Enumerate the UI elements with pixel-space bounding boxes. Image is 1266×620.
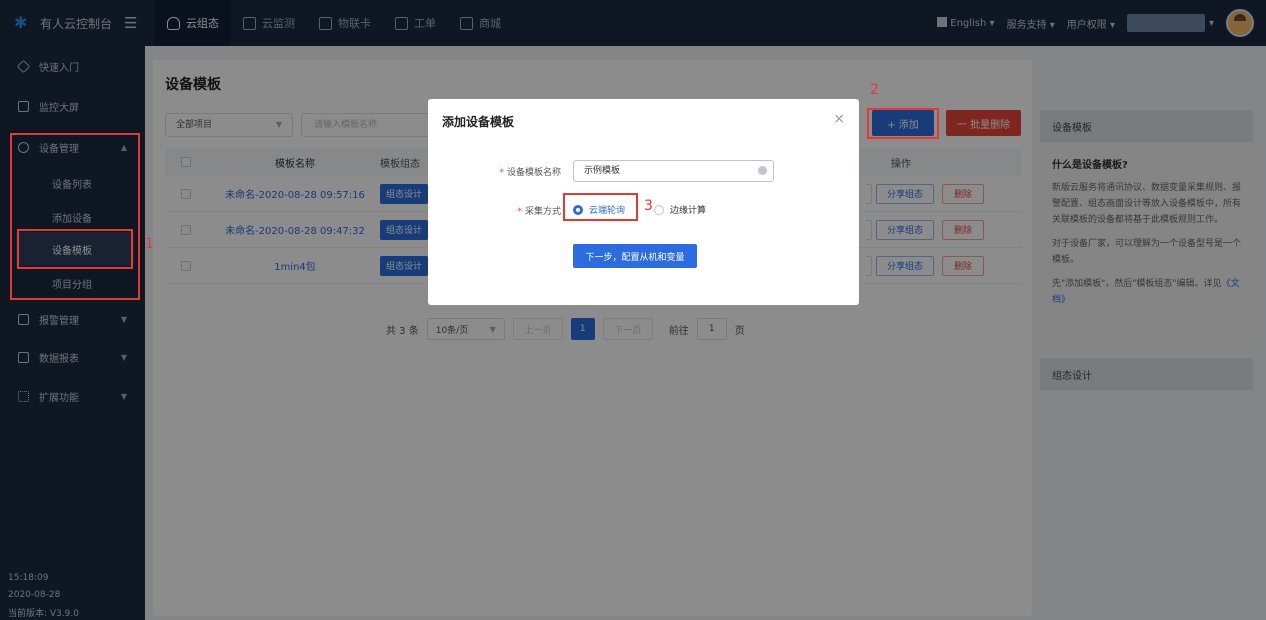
- collection-method-label: * 采集方式: [517, 207, 561, 217]
- template-name-label-text: 设备模板名称: [506, 168, 561, 178]
- annotation-number-2: 2: [870, 82, 879, 98]
- template-name-label: * 设备模板名称: [499, 168, 561, 178]
- template-name-value: 示例模板: [584, 166, 621, 176]
- radio-edge-computing[interactable]: 边缘计算: [654, 203, 706, 216]
- next-step-button[interactable]: 下一步，配置从机和变量: [573, 244, 697, 268]
- annotation-number-1: 1: [145, 236, 154, 252]
- modal-mask[interactable]: [0, 0, 1266, 620]
- radio-label: 边缘计算: [670, 206, 707, 216]
- collection-method-label-text: 采集方式: [524, 207, 561, 217]
- clear-icon[interactable]: [758, 166, 767, 175]
- annotation-box-3: [563, 193, 638, 221]
- annotation-box-1-inner: [17, 229, 133, 269]
- close-icon[interactable]: ×: [833, 111, 845, 127]
- template-name-input[interactable]: 示例模板: [573, 160, 774, 182]
- radio-unchecked-icon: [654, 204, 664, 215]
- annotation-number-3: 3: [644, 198, 653, 214]
- dialog-title: 添加设备模板: [442, 115, 515, 129]
- annotation-box-1: [10, 133, 140, 300]
- annotation-box-2: [867, 108, 939, 139]
